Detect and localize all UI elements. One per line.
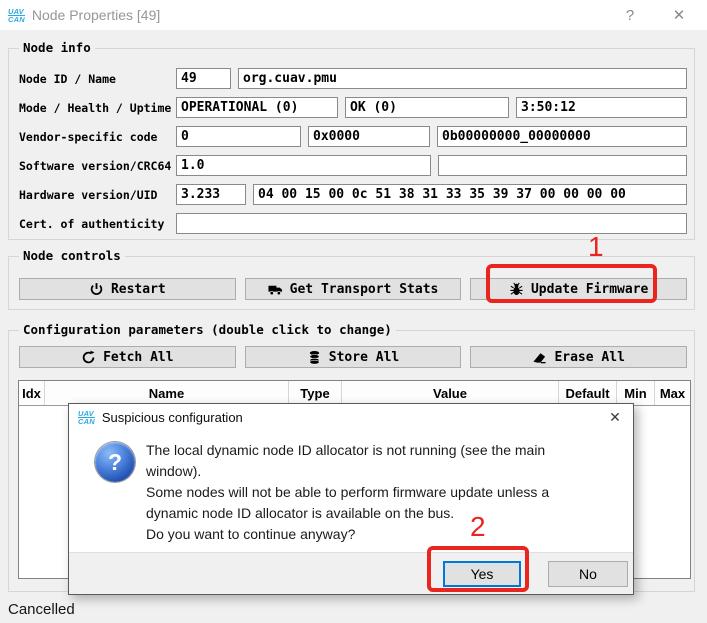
field-label: Cert. of authenticity	[19, 217, 176, 231]
dialog-message-line: Some nodes will not be able to perform f…	[146, 482, 549, 503]
get-transport-stats-button[interactable]: Get Transport Stats	[245, 278, 462, 300]
window-titlebar: UAV CAN Node Properties [49] ? ✕	[0, 0, 707, 30]
column-header-default: Default	[559, 381, 617, 405]
column-header-min: Min	[617, 381, 655, 405]
health-field[interactable]: OK (0)	[345, 97, 509, 118]
store-all-button[interactable]: Store All	[245, 346, 462, 368]
close-icon: ✕	[673, 6, 686, 24]
no-button[interactable]: No	[548, 561, 628, 587]
dialog-close-button[interactable]: ✕	[597, 404, 633, 430]
uavcan-logo-icon: UAV CAN	[78, 410, 95, 425]
dialog-message: The local dynamic node ID allocator is n…	[146, 440, 549, 545]
uavcan-logo-icon: UAV CAN	[8, 8, 25, 23]
field-label: Vendor-specific code	[19, 130, 176, 144]
column-header-name: Name	[45, 381, 289, 405]
get-transport-stats-button-label: Get Transport Stats	[290, 282, 439, 297]
hardware-version-field[interactable]: 3.233	[176, 184, 246, 205]
column-header-value: Value	[342, 381, 559, 405]
node-info-group: Node info Node ID / Name 49 org.cuav.pmu…	[8, 48, 695, 240]
column-header-type: Type	[289, 381, 342, 405]
software-version-row: Software version/CRC64 1.0	[19, 155, 687, 176]
node-id-field[interactable]: 49	[176, 68, 231, 89]
question-icon: ?	[95, 442, 135, 482]
window-title: Node Properties [49]	[32, 7, 160, 23]
node-controls-group-label: Node controls	[19, 249, 125, 263]
vendor-code-bin-field[interactable]: 0b00000000_00000000	[437, 126, 687, 147]
node-info-group-label: Node info	[19, 41, 95, 55]
database-icon	[307, 350, 322, 365]
dialog-title: Suspicious configuration	[102, 410, 243, 425]
dialog-message-line: Do you want to continue anyway?	[146, 524, 549, 545]
dialog-titlebar: UAV CAN Suspicious configuration ✕	[69, 404, 633, 430]
field-label: Node ID / Name	[19, 72, 176, 86]
power-icon	[89, 282, 104, 297]
suspicious-configuration-dialog: UAV CAN Suspicious configuration ✕ ? The…	[68, 403, 634, 595]
field-label: Mode / Health / Uptime	[19, 101, 176, 115]
dialog-message-line: dynamic node ID allocator is available o…	[146, 503, 549, 524]
hardware-version-row: Hardware version/UID 3.233 04 00 15 00 0…	[19, 184, 687, 205]
config-params-group-label: Configuration parameters (double click t…	[19, 323, 396, 337]
annotation-box-update-firmware	[486, 264, 657, 303]
mode-field[interactable]: OPERATIONAL (0)	[176, 97, 338, 118]
erase-all-button-label: Erase All	[554, 350, 624, 365]
store-all-button-label: Store All	[329, 350, 399, 365]
refresh-icon	[81, 350, 96, 365]
dialog-message-line: window).	[146, 461, 549, 482]
field-label: Software version/CRC64	[19, 159, 176, 173]
uid-field[interactable]: 04 00 15 00 0c 51 38 31 33 35 39 37 00 0…	[253, 184, 687, 205]
node-id-name-row: Node ID / Name 49 org.cuav.pmu	[19, 68, 687, 89]
field-label: Hardware version/UID	[19, 188, 176, 202]
fetch-all-button-label: Fetch All	[103, 350, 173, 365]
dialog-message-line: The local dynamic node ID allocator is n…	[146, 440, 549, 461]
erase-all-button[interactable]: Erase All	[470, 346, 687, 368]
help-button[interactable]: ?	[613, 0, 647, 30]
dialog-body: ? The local dynamic node ID allocator is…	[69, 430, 633, 553]
annotation-step-1: 1	[588, 231, 604, 263]
node-name-field[interactable]: org.cuav.pmu	[238, 68, 687, 89]
uptime-field[interactable]: 3:50:12	[516, 97, 687, 118]
vendor-code-hex-field[interactable]: 0x0000	[308, 126, 430, 147]
window-close-button[interactable]: ✕	[662, 0, 696, 30]
restart-button[interactable]: Restart	[19, 278, 236, 300]
annotation-box-yes-button	[427, 546, 529, 592]
status-text: Cancelled	[8, 601, 75, 618]
crc64-field[interactable]	[438, 155, 687, 176]
cert-authenticity-row: Cert. of authenticity	[19, 213, 687, 234]
vendor-code-row: Vendor-specific code 0 0x0000 0b00000000…	[19, 126, 687, 147]
help-icon: ?	[626, 7, 634, 24]
annotation-step-2: 2	[470, 511, 486, 543]
fetch-all-button[interactable]: Fetch All	[19, 346, 236, 368]
restart-button-label: Restart	[111, 282, 166, 297]
mode-health-uptime-row: Mode / Health / Uptime OPERATIONAL (0) O…	[19, 97, 687, 118]
column-header-idx: Idx	[19, 381, 45, 405]
eraser-icon	[532, 350, 547, 365]
column-header-max: Max	[655, 381, 690, 405]
dialog-button-bar: Yes No	[69, 552, 633, 594]
cert-authenticity-field[interactable]	[176, 213, 687, 234]
close-icon: ✕	[609, 409, 621, 426]
vendor-code-dec-field[interactable]: 0	[176, 126, 301, 147]
truck-icon	[268, 282, 283, 297]
software-version-field[interactable]: 1.0	[176, 155, 431, 176]
